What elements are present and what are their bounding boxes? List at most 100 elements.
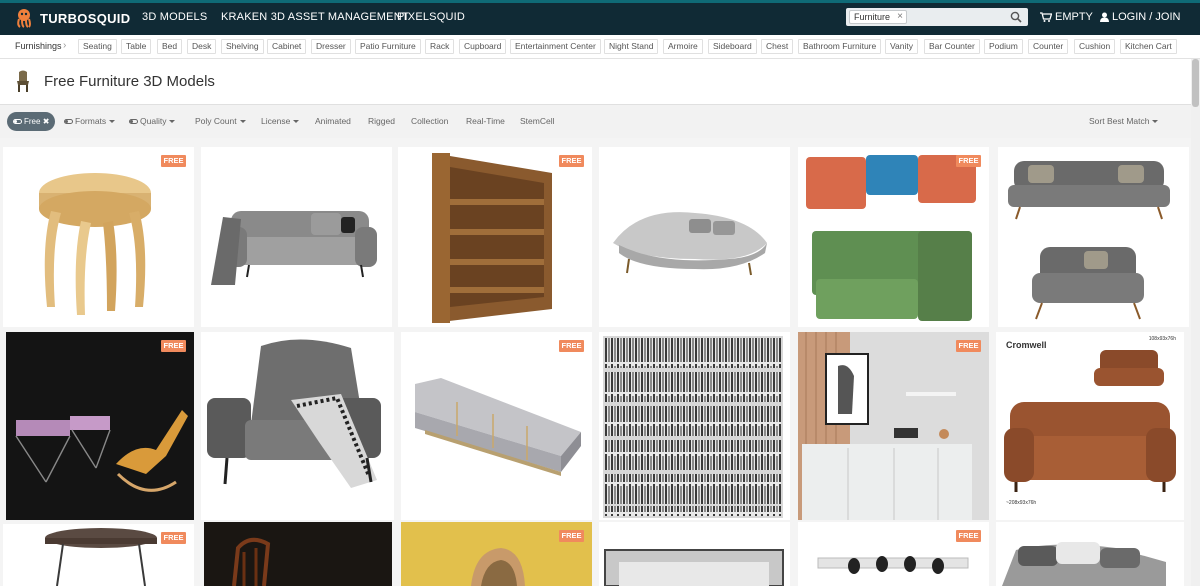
category-chip[interactable]: Cupboard xyxy=(459,39,507,54)
tufted-armchair-image xyxy=(207,339,381,488)
category-chip[interactable]: Bathroom Furniture xyxy=(798,39,882,54)
category-chip[interactable]: Counter xyxy=(1028,39,1069,54)
search-chip[interactable]: Furniture × xyxy=(849,10,908,24)
bentwood-chair-image xyxy=(232,537,271,586)
product-tile-sofa-armchair[interactable] xyxy=(998,147,1189,327)
cart-label: EMPTY xyxy=(1055,11,1093,23)
product-tile-dining-set[interactable]: FREE xyxy=(798,522,989,586)
category-chip[interactable]: Desk xyxy=(187,39,217,54)
category-chip[interactable]: Patio Furniture xyxy=(355,39,421,54)
category-bar: Furnishings › Seating Table Bed Desk She… xyxy=(0,35,1200,59)
cart-button[interactable]: EMPTY xyxy=(1040,11,1093,23)
product-tile-lounge-chairs[interactable]: FREE xyxy=(6,332,194,520)
product-tile-curved-sofa[interactable] xyxy=(599,147,790,327)
login-button[interactable]: LOGIN / JOIN xyxy=(1100,11,1180,23)
frame-image xyxy=(604,549,784,586)
product-tile-wooden-chair[interactable]: FREE xyxy=(401,522,592,586)
category-root[interactable]: Furnishings xyxy=(15,41,62,51)
category-chip[interactable]: Vanity xyxy=(885,39,918,54)
free-filter-pill[interactable]: Free ✖ xyxy=(7,112,55,131)
search-icon[interactable] xyxy=(1010,11,1022,23)
category-chip[interactable]: Kitchen Cart xyxy=(1120,39,1177,54)
product-tile-bar-table[interactable]: FREE xyxy=(3,524,194,586)
sort-dropdown[interactable]: Sort Best Match xyxy=(1089,116,1159,126)
category-chip[interactable]: Dresser xyxy=(311,39,351,54)
scroll-thumb[interactable] xyxy=(1192,59,1199,107)
bookshelf-image xyxy=(432,153,552,323)
product-tile-frame[interactable] xyxy=(599,522,790,586)
filter-collection[interactable]: Collection xyxy=(411,116,448,126)
free-badge: FREE xyxy=(559,155,584,167)
interior-sideboard-image xyxy=(798,332,989,520)
caret-down-icon xyxy=(239,120,246,124)
chevron-right-icon: › xyxy=(63,40,67,51)
product-tile-bentwood-chair[interactable] xyxy=(204,522,392,586)
close-icon[interactable]: ✖ xyxy=(43,117,50,126)
product-tile-sectional[interactable]: FREE xyxy=(798,147,989,327)
grey-sofa-image xyxy=(211,211,377,285)
product-tile-tufted-armchair[interactable] xyxy=(201,332,394,520)
sofa-armchair-image xyxy=(1008,161,1170,320)
page-scrollbar[interactable] xyxy=(1191,59,1200,586)
nav-kraken[interactable]: KRAKEN 3D ASSET MANAGEMENT xyxy=(221,11,409,23)
product-tile-bookshelf-books[interactable] xyxy=(599,332,790,520)
free-badge: FREE xyxy=(161,340,186,352)
filter-real-time[interactable]: Real-Time xyxy=(466,116,505,126)
stool-image xyxy=(39,173,151,315)
free-badge: FREE xyxy=(559,530,584,542)
lounge-chairs-image xyxy=(15,410,188,492)
search-chip-label: Furniture xyxy=(854,12,891,22)
page-header: Free Furniture 3D Models xyxy=(0,60,1200,104)
product-tile-bookshelf[interactable]: FREE xyxy=(398,147,592,327)
category-chip[interactable]: Armoire xyxy=(663,39,703,54)
chair-category-icon xyxy=(17,70,29,92)
category-chip[interactable]: Bed xyxy=(157,39,183,54)
free-badge: FREE xyxy=(956,340,981,352)
toggle-icon xyxy=(64,119,73,125)
category-chip[interactable]: Podium xyxy=(984,39,1023,54)
chesterfield-sofa-image xyxy=(1004,350,1176,492)
user-icon xyxy=(1100,12,1109,22)
nav-pixelsquid[interactable]: PIXELSQUID xyxy=(397,11,465,23)
bookshelf-books-image xyxy=(603,336,783,518)
login-label: LOGIN / JOIN xyxy=(1112,11,1181,23)
category-chip[interactable]: Table xyxy=(121,39,152,54)
category-chip[interactable]: Seating xyxy=(78,39,117,54)
filter-rigged[interactable]: Rigged xyxy=(368,116,395,126)
filter-license[interactable]: License xyxy=(261,116,300,126)
category-chip[interactable]: Night Stand xyxy=(604,39,659,54)
filter-stemcell[interactable]: StemCell xyxy=(520,116,554,126)
top-navigation: TURBOSQUID 3D MODELS KRAKEN 3D ASSET MAN… xyxy=(0,0,1200,35)
free-badge: FREE xyxy=(956,155,981,167)
logo[interactable]: TURBOSQUID xyxy=(14,7,130,29)
brand-name: TURBOSQUID xyxy=(40,10,131,26)
search-input[interactable]: Furniture × xyxy=(846,8,1028,26)
nav-3d-models[interactable]: 3D MODELS xyxy=(142,11,207,23)
toggle-icon xyxy=(129,119,138,125)
curved-sofa-image xyxy=(613,212,767,276)
category-chip[interactable]: Rack xyxy=(425,39,455,54)
category-chip[interactable]: Cabinet xyxy=(267,39,307,54)
sectional-sofa-image xyxy=(806,155,976,321)
product-tile-grey-sofa[interactable] xyxy=(201,147,392,327)
product-grid: FREE FREE FREE FREE FREE FREE Cromwell 1… xyxy=(0,138,1200,586)
category-chip[interactable]: Shelving xyxy=(221,39,264,54)
product-tile-sideboard[interactable]: FREE xyxy=(401,332,592,520)
filter-poly-count[interactable]: Poly Count xyxy=(195,116,246,126)
filter-animated[interactable]: Animated xyxy=(315,116,351,126)
product-tile-chesterfield[interactable]: Cromwell 108x93x76h ~208x93x76h xyxy=(996,332,1184,520)
caret-down-icon xyxy=(293,120,300,124)
remove-chip-icon[interactable]: × xyxy=(897,11,903,23)
caret-down-icon xyxy=(1152,120,1159,124)
category-chip[interactable]: Bar Counter xyxy=(924,39,980,54)
category-chip[interactable]: Cushion xyxy=(1074,39,1116,54)
category-chip[interactable]: Sideboard xyxy=(708,39,757,54)
product-tile-bed[interactable] xyxy=(996,522,1184,586)
category-chip[interactable]: Entertainment Center xyxy=(510,39,601,54)
filter-formats[interactable]: Formats xyxy=(64,116,116,126)
filter-quality[interactable]: Quality xyxy=(129,116,176,126)
product-tile-stool[interactable]: FREE xyxy=(3,147,194,327)
product-tile-interior-sideboard[interactable]: FREE xyxy=(798,332,989,520)
category-chip[interactable]: Chest xyxy=(761,39,794,54)
sort-label: Sort Best Match xyxy=(1089,116,1150,126)
